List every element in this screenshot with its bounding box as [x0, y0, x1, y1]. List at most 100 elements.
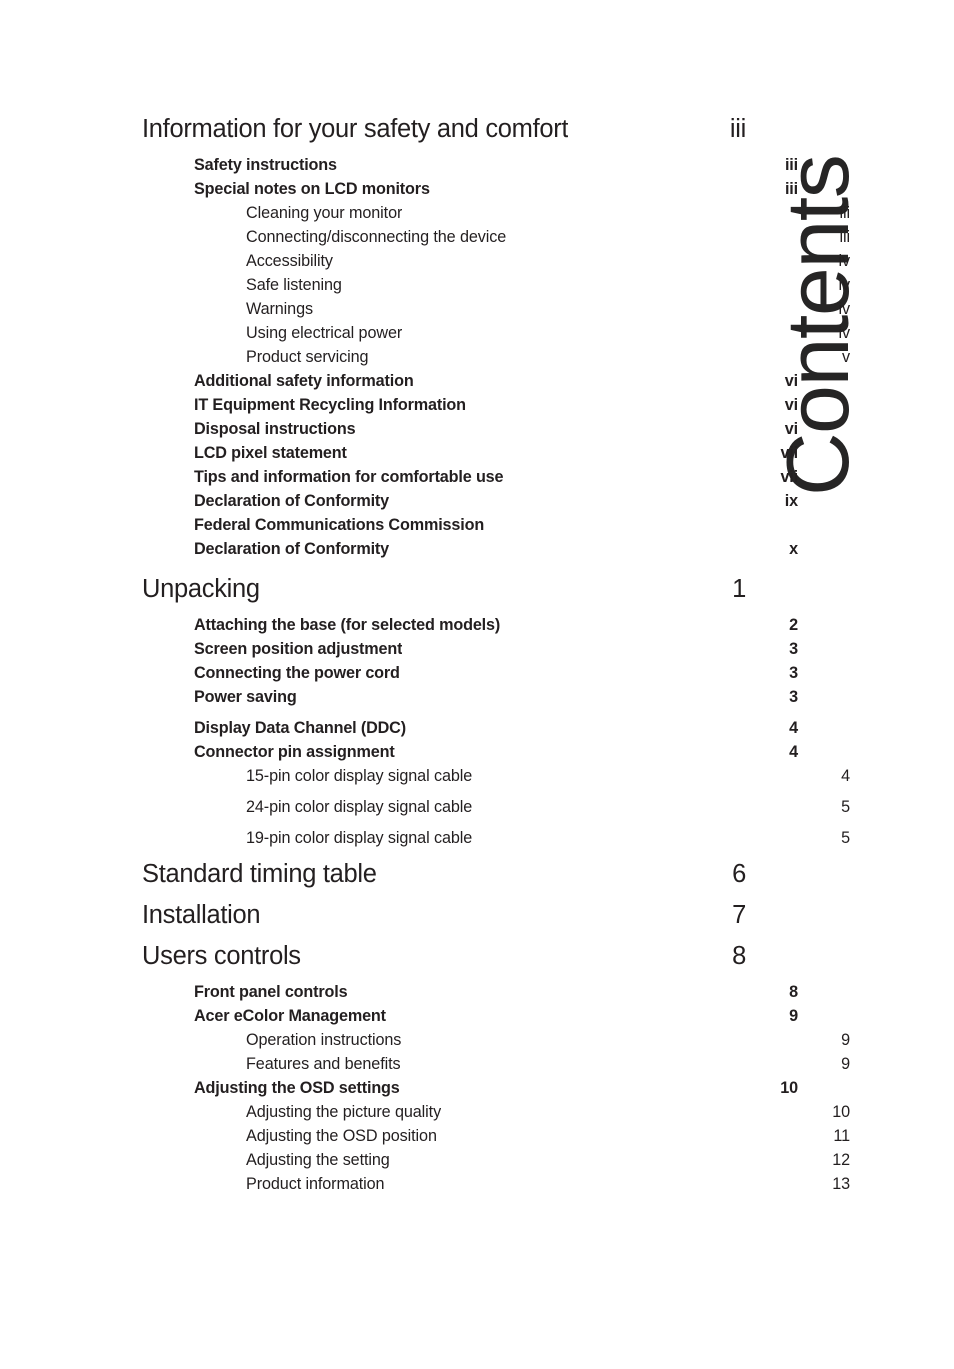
toc-entry[interactable]: Adjusting the setting 12 [246, 1148, 850, 1172]
toc-entry[interactable]: Connecting/disconnecting the device iii [246, 225, 850, 249]
toc-entry-page-number: 4 [841, 767, 850, 785]
toc-entry-label: Adjusting the OSD position [246, 1127, 437, 1145]
toc-entry[interactable]: Users controls 8 [142, 939, 746, 973]
toc-entry-page-number: iv [838, 300, 851, 318]
toc-entry[interactable]: Operation instructions 9 [246, 1028, 850, 1052]
toc-entry-page-number: 12 [832, 1151, 850, 1169]
toc-entry[interactable]: Warnings iv [246, 297, 850, 321]
toc-entry[interactable]: Product servicing v [246, 345, 850, 369]
toc-entry-page-number: 2 [789, 616, 798, 634]
toc-entry-label: Power saving [194, 688, 297, 706]
toc-entry-page-number: 6 [732, 860, 746, 888]
toc-entry-page-number: iii [729, 115, 746, 143]
toc-entry[interactable]: Federal Communications Commission [194, 513, 798, 537]
toc-entry-label: Special notes on LCD monitors [194, 180, 430, 198]
toc-entry-label: Product information [246, 1175, 385, 1193]
toc-entry-page-number: 8 [732, 942, 746, 970]
toc-entry-label: LCD pixel statement [194, 444, 347, 462]
toc-entry-page-number: 3 [789, 664, 798, 682]
toc-entry[interactable]: Product information 13 [246, 1172, 850, 1196]
toc-entry-label: Declaration of Conformity [194, 492, 390, 510]
toc-entry[interactable]: Unpacking 1 [142, 572, 746, 606]
toc-entry[interactable]: IT Equipment Recycling Information vi [194, 393, 798, 417]
toc-entry[interactable]: Adjusting the OSD settings 10 [194, 1076, 798, 1100]
toc-entry-page-number: iii [839, 204, 851, 222]
toc-entry[interactable]: Safe listening iv [246, 273, 850, 297]
toc-entry-page-number: 1 [732, 575, 746, 603]
toc-entry-label: Adjusting the OSD settings [194, 1079, 400, 1097]
toc-entry[interactable]: Adjusting the OSD position 11 [246, 1124, 850, 1148]
toc-entry-label: Safety instructions [194, 156, 337, 174]
toc-entry-label: IT Equipment Recycling Information [194, 396, 466, 414]
toc-entry-label: Connector pin assignment [194, 743, 395, 761]
toc-entry[interactable]: Disposal instructions vi [194, 417, 798, 441]
toc-entry-label: Display Data Channel (DDC) [194, 719, 406, 737]
toc-entry-label: Features and benefits [246, 1055, 401, 1073]
toc-entry[interactable]: 19-pin color display signal cable 5 [246, 826, 850, 850]
toc-entry[interactable]: 15-pin color display signal cable 4 [246, 764, 850, 788]
toc-entry-page-number: 5 [841, 798, 850, 816]
toc-entry-label: 24-pin color display signal cable [246, 798, 473, 816]
toc-entry-page-number: vi [784, 372, 798, 390]
toc-entry[interactable]: 24-pin color display signal cable 5 [246, 795, 850, 819]
toc-entry-label: Product servicing [246, 348, 369, 366]
toc-entry-page-number: v [842, 348, 850, 366]
toc-entry[interactable]: Attaching the base (for selected models)… [194, 613, 798, 637]
toc-entry[interactable]: LCD pixel statement vii [194, 441, 798, 465]
toc-entry[interactable]: Special notes on LCD monitors iii [194, 177, 798, 201]
toc-entry[interactable]: Acer eColor Management 9 [194, 1004, 798, 1028]
toc-entry-label: Using electrical power [246, 324, 403, 342]
toc-entry-label: Standard timing table [142, 860, 377, 888]
toc-entry-label: Information for your safety and comfort [142, 115, 569, 143]
toc-entry-page-number: 9 [841, 1055, 850, 1073]
toc-entry-page-number: iii [839, 228, 851, 246]
toc-entry-page-number: vi [784, 396, 798, 414]
toc-entry[interactable]: Display Data Channel (DDC) 4 [194, 716, 798, 740]
toc-entry-label: Declaration of Conformity [194, 540, 390, 558]
toc-entry-label: Users controls [142, 942, 301, 970]
toc-entry-label: Adjusting the setting [246, 1151, 390, 1169]
toc-entry[interactable]: Using electrical power iv [246, 321, 850, 345]
toc-entry[interactable]: Connector pin assignment 4 [194, 740, 798, 764]
toc-entry-page-number: 9 [841, 1031, 850, 1049]
toc-entry[interactable]: Standard timing table 6 [142, 857, 746, 891]
toc-entry[interactable]: Cleaning your monitor iii [246, 201, 850, 225]
toc-entry[interactable]: Declaration of Conformity ix [194, 489, 798, 513]
toc-entry-page-number: 3 [789, 688, 798, 706]
toc-entry-page-number: 11 [833, 1127, 850, 1145]
table-of-contents: Information for your safety and comfort i… [142, 112, 850, 1196]
toc-entry-label: Tips and information for comfortable use [194, 468, 504, 486]
toc-entry-label: Operation instructions [246, 1031, 402, 1049]
toc-entry-page-number: iv [838, 276, 851, 294]
toc-entry[interactable]: Declaration of Conformity x [194, 537, 798, 561]
toc-entry[interactable]: Power saving 3 [194, 685, 798, 709]
toc-entry[interactable]: Connecting the power cord 3 [194, 661, 798, 685]
toc-entry[interactable]: Installation 7 [142, 898, 746, 932]
toc-entry-label: Unpacking [142, 575, 260, 603]
toc-entry-page-number: ix [784, 492, 798, 510]
toc-entry-label: Front panel controls [194, 983, 348, 1001]
toc-entry-label: Warnings [246, 300, 313, 318]
toc-entry-label: Screen position adjustment [194, 640, 403, 658]
toc-entry-label: Disposal instructions [194, 420, 356, 438]
toc-entry-label: Adjusting the picture quality [246, 1103, 442, 1121]
toc-entry-page-number: 10 [780, 1079, 798, 1097]
toc-entry[interactable]: Safety instructions iii [194, 153, 798, 177]
toc-entry[interactable]: Additional safety information vi [194, 369, 798, 393]
toc-entry-page-number: 10 [832, 1103, 850, 1121]
toc-entry[interactable]: Information for your safety and comfort i… [142, 112, 746, 146]
toc-entry[interactable]: Tips and information for comfortable use… [194, 465, 798, 489]
toc-entry-label: Acer eColor Management [194, 1007, 386, 1025]
toc-entry-label: 15-pin color display signal cable [246, 767, 473, 785]
toc-entry[interactable]: Accessibility iv [246, 249, 850, 273]
toc-entry[interactable]: Front panel controls 8 [194, 980, 798, 1004]
toc-entry-page-number: 13 [832, 1175, 850, 1193]
toc-entry[interactable]: Features and benefits 9 [246, 1052, 850, 1076]
toc-entry[interactable]: Adjusting the picture quality 10 [246, 1100, 850, 1124]
toc-entry-label: Safe listening [246, 276, 342, 294]
toc-entry-label: Additional safety information [194, 372, 414, 390]
toc-entry-page-number: iv [838, 252, 851, 270]
toc-entry-page-number: 7 [732, 901, 746, 929]
toc-entry-label: Cleaning your monitor [246, 204, 403, 222]
toc-entry[interactable]: Screen position adjustment 3 [194, 637, 798, 661]
